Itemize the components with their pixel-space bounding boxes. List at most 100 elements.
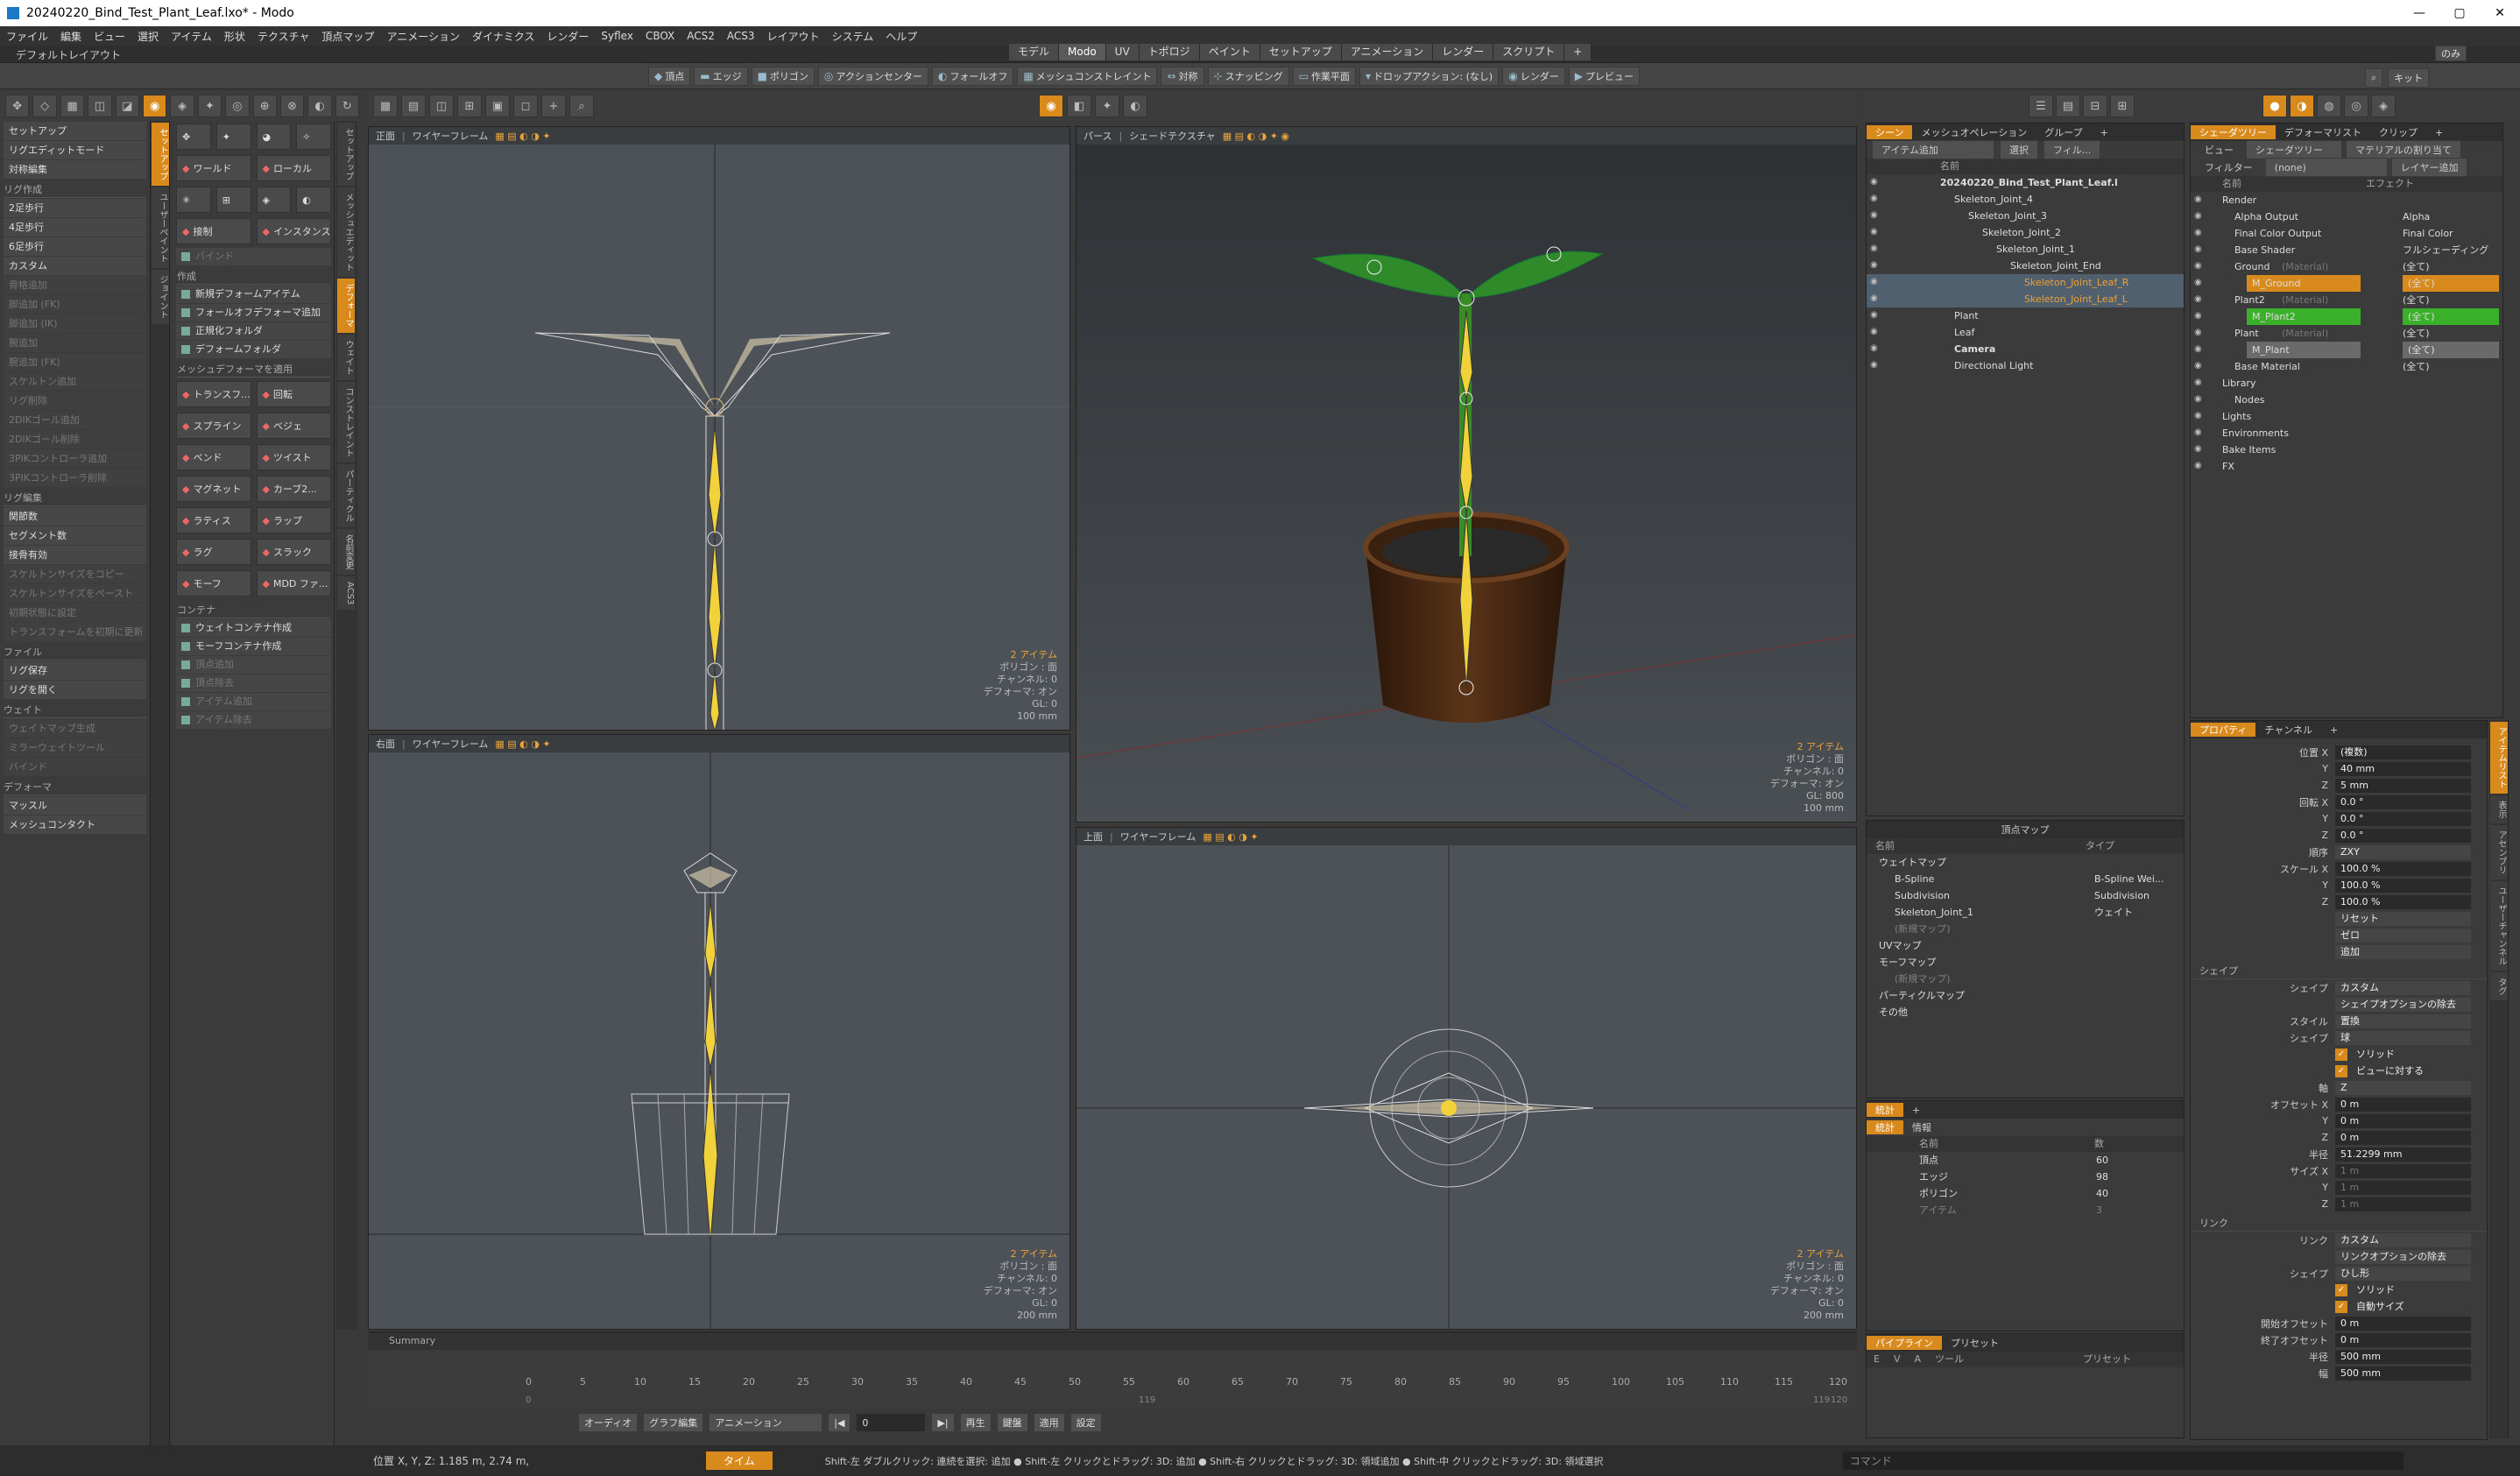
menu-item[interactable]: ビュー <box>88 29 131 44</box>
select-mode-icon[interactable]: ▦ <box>60 95 85 117</box>
property-value[interactable]: ひし形 <box>2335 1266 2471 1281</box>
close-button[interactable]: ✕ <box>2480 0 2520 26</box>
tool-button[interactable]: ◆ 接制 <box>176 218 251 244</box>
rig-panel-heading[interactable]: ウェイト <box>4 703 146 718</box>
select-mode-icon[interactable]: ✥ <box>5 95 30 117</box>
time-mode-button[interactable]: タイム <box>706 1451 773 1470</box>
scene-item[interactable]: ◉ 20240220_Bind_Test_Plant_Leaf.l <box>1867 174 2184 191</box>
menu-item[interactable]: ACS2 <box>681 30 721 42</box>
eye-icon[interactable]: ◉ <box>2194 394 2205 405</box>
select-mode-icon[interactable]: ◇ <box>32 95 57 117</box>
scene-item[interactable]: ◉ Directional Light <box>1867 357 2184 374</box>
vmap-row[interactable]: ウェイトマップ <box>1867 854 2184 871</box>
property-value[interactable]: リンクオプションの除去 <box>2335 1249 2471 1264</box>
animation-select[interactable]: アニメーション <box>709 1413 823 1432</box>
view-select[interactable]: 上面 <box>1084 830 1103 844</box>
filter-select[interactable]: (none) <box>2264 158 2388 177</box>
link-section[interactable]: リンク <box>2191 1216 2487 1232</box>
shader-item[interactable]: ◉ M_Plant (全て) <box>2191 342 2502 358</box>
eye-icon[interactable]: ◉ <box>1870 177 1881 187</box>
command-input[interactable]: コマンド <box>1842 1451 2404 1470</box>
scene-item[interactable]: ◉ Skeleton_Joint_2 <box>1867 224 2184 241</box>
property-value[interactable]: ZXY <box>2335 844 2471 859</box>
menu-item[interactable]: テクスチャ <box>251 29 316 44</box>
menu-item[interactable]: CBOX <box>639 30 681 42</box>
panel-tab[interactable]: パイプライン <box>1867 1336 1942 1350</box>
apply-button[interactable]: 適用 <box>1033 1413 1065 1432</box>
tool-button[interactable]: ◆ ベジェ <box>256 413 331 439</box>
shader-item[interactable]: ◉ Nodes <box>2191 392 2502 408</box>
property-value[interactable]: 自動サイズ <box>2351 1300 2471 1314</box>
toolbar-button[interactable]: ▾ ドロップアクション: (なし) <box>1359 66 1500 86</box>
material-icon[interactable]: ● <box>2262 95 2287 117</box>
property-value[interactable]: ビューに対する <box>2351 1064 2471 1078</box>
search-icon[interactable]: ⌕ <box>569 95 594 117</box>
property-value[interactable]: ゼロ <box>2335 928 2471 943</box>
toolbar-button[interactable]: ■ ポリゴン <box>751 66 815 86</box>
tool-button[interactable]: ◆ トランスフ... <box>176 381 251 407</box>
tool-button[interactable]: ◆ ラティス <box>176 507 251 533</box>
axis-icon[interactable]: ◈ <box>256 187 292 213</box>
vertical-tab[interactable]: タグ <box>2490 972 2508 1000</box>
eye-icon[interactable]: ◉ <box>1870 293 1881 304</box>
eye-icon[interactable]: ◉ <box>2194 461 2205 471</box>
tool-button[interactable]: ◆ カーブ2... <box>256 476 331 502</box>
vertical-tab[interactable]: コンストレイント <box>337 382 355 463</box>
rig-panel-heading[interactable]: リグ作成 <box>4 182 146 198</box>
add-layer-button[interactable]: レイヤー追加 <box>2390 158 2468 177</box>
rig-panel-item[interactable]: 4足歩行 <box>4 218 146 237</box>
property-value[interactable]: 0 m <box>2335 1316 2471 1331</box>
layers-icon[interactable]: ▤ <box>2056 95 2080 117</box>
layout-tab[interactable]: アニメーション <box>1341 44 1434 60</box>
vertical-tab[interactable]: セットアップ <box>152 123 169 186</box>
eye-icon[interactable]: ◉ <box>1870 194 1881 204</box>
light-icon[interactable]: ✦ <box>1095 95 1119 117</box>
rig-panel-item[interactable]: 接骨有効 <box>4 546 146 564</box>
keys-button[interactable]: 鍵盤 <box>996 1413 1028 1432</box>
display-icons[interactable]: ▦ ▤ ◐ ◑ ✦ <box>495 738 550 750</box>
rig-panel-heading[interactable]: ファイル <box>4 645 146 660</box>
panel-tab[interactable]: チャンネル <box>2255 723 2321 737</box>
tool-button[interactable]: ◆ モーフ <box>176 570 251 597</box>
checkbox[interactable]: ✓ <box>2335 1064 2347 1077</box>
shader-item[interactable]: ◉ Final Color Output Final Color <box>2191 225 2502 242</box>
folder-button[interactable]: 正規化フォルダ <box>176 322 331 340</box>
shade-select[interactable]: ワイヤーフレーム <box>1120 830 1196 844</box>
panel-tab[interactable]: クリップ <box>2370 125 2426 139</box>
scene-item[interactable]: ◉ Skeleton_Joint_End <box>1867 258 2184 274</box>
eye-icon[interactable]: ◉ <box>2194 444 2205 455</box>
vmap-row[interactable]: モーフマップ <box>1867 954 2184 971</box>
assign-material-button[interactable]: マテリアルの割り当て <box>2346 140 2461 159</box>
vmap-row[interactable]: (新規マップ) <box>1867 921 2184 937</box>
shape-section[interactable]: シェイプ <box>2191 964 2487 979</box>
vertical-tab[interactable]: 表示 <box>2490 795 2508 823</box>
property-value[interactable]: カスタム <box>2335 1232 2471 1247</box>
grid-icon[interactable]: ▤ <box>401 95 426 117</box>
eye-icon[interactable]: ◉ <box>1870 360 1881 371</box>
viewport-perspective[interactable]: パース | シェードテクスチャ ▦ ▤ ◐ ◑ ✦ ◉ 2 アイテム ポリゴン : … <box>1076 126 1857 823</box>
select-mode-icon[interactable]: ◉ <box>142 95 167 117</box>
layout-name[interactable]: デフォルトレイアウト <box>16 47 121 62</box>
transform-icon[interactable]: ◕ <box>256 124 292 150</box>
vmap-row[interactable]: UVマップ <box>1867 937 2184 954</box>
panel-tab[interactable]: + <box>1903 1105 1929 1116</box>
layout-tab[interactable]: UV <box>1105 44 1140 60</box>
property-value[interactable]: 100.0 % <box>2335 878 2471 893</box>
select-mode-icon[interactable]: ◎ <box>225 95 250 117</box>
eye-icon[interactable]: ◉ <box>2194 328 2205 338</box>
eye-icon[interactable]: ◉ <box>1870 244 1881 254</box>
vertical-tab[interactable]: ユーザーペイント <box>152 187 169 268</box>
transform-icon[interactable]: ✧ <box>296 124 331 150</box>
menu-item[interactable]: レイアウト <box>761 29 826 44</box>
rig-panel-item[interactable]: マッスル <box>4 796 146 815</box>
tool-button[interactable]: ◆ 回転 <box>256 381 331 407</box>
panel-tab[interactable]: + <box>2321 724 2347 736</box>
select-mode-icon[interactable]: ◐ <box>307 95 332 117</box>
container-button[interactable]: ウェイトコンテナ作成 <box>176 619 331 637</box>
render-icon[interactable]: ◐ <box>1123 95 1147 117</box>
eye-icon[interactable]: ◉ <box>2194 211 2205 222</box>
shade-select[interactable]: ワイヤーフレーム <box>413 129 489 143</box>
property-value[interactable]: 51.2299 mm <box>2335 1147 2471 1162</box>
select-mode-icon[interactable]: ◈ <box>170 95 194 117</box>
eye-icon[interactable]: ◉ <box>1870 277 1881 287</box>
